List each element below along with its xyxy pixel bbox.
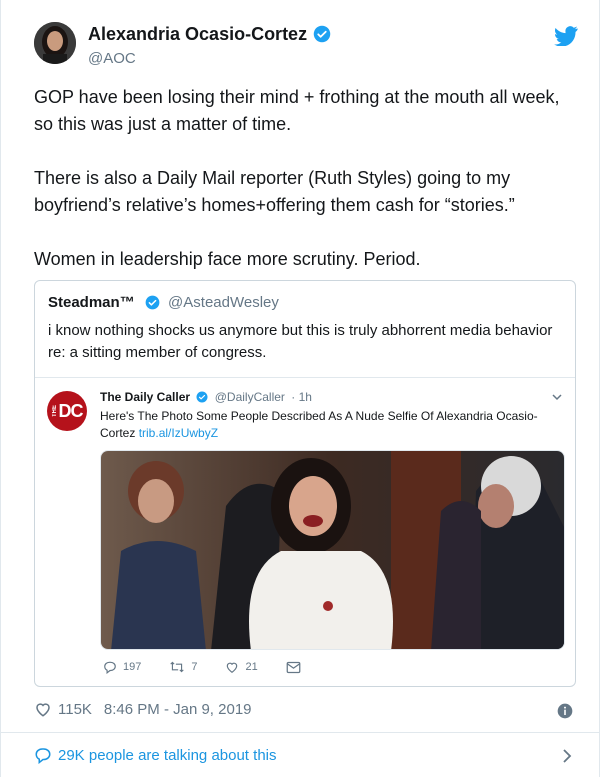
author-name[interactable]: Alexandria Ocasio-Cortez (88, 24, 331, 48)
embedded-link[interactable]: trib.al/IzUwbyZ (139, 426, 218, 440)
embedded-actions: 197 7 21 (103, 660, 335, 674)
tweet-paragraph: There is also a Daily Mail reporter (Rut… (34, 168, 515, 215)
logo-text: DC (58, 400, 84, 421)
author-name-text[interactable]: Alexandria Ocasio-Cortez (88, 24, 307, 44)
like-count: 21 (245, 661, 258, 673)
tweet-paragraph: Women in leadership face more scrutiny. … (34, 249, 421, 269)
retweet-count: 7 (191, 661, 198, 673)
embedded-photo[interactable] (100, 450, 565, 650)
reply-icon (104, 661, 116, 674)
like-button[interactable]: 115K (34, 700, 92, 718)
chat-bubble-icon (35, 748, 51, 764)
like-count: 115K (58, 700, 92, 718)
embedded-time: · 1h (291, 390, 312, 404)
daily-caller-logo[interactable]: THE DC (47, 391, 87, 431)
conversation-link[interactable]: 29K people are talking about this (34, 746, 277, 764)
reply-action[interactable]: 197 (103, 660, 141, 674)
embedded-author[interactable]: The Daily Caller @DailyCaller · 1h (100, 390, 312, 406)
quote-author-name[interactable]: Steadman™ (48, 294, 135, 311)
retweet-action[interactable]: 7 (169, 660, 197, 674)
author-handle[interactable]: @AOC (88, 50, 136, 67)
embedded-text: Here's The Photo Some People Described A… (100, 408, 560, 442)
verified-badge-icon (313, 25, 331, 48)
tweet-text: GOP have been losing their mind + frothi… (34, 84, 564, 300)
avatar[interactable] (34, 22, 76, 64)
twitter-bird-icon[interactable] (554, 26, 578, 51)
embedded-author-name[interactable]: The Daily Caller (100, 390, 190, 404)
heart-icon (227, 662, 238, 673)
retweet-icon (170, 661, 185, 673)
chevron-down-icon[interactable] (551, 390, 563, 408)
heart-icon (36, 703, 50, 717)
embedded-author-handle[interactable]: @DailyCaller (215, 390, 285, 404)
quote-author[interactable]: Steadman™ @AsteadWesley (48, 294, 279, 314)
mail-icon (286, 661, 301, 673)
tweet-paragraph: GOP have been losing their mind + frothi… (34, 87, 560, 134)
quote-text: i know nothing shocks us anymore but thi… (48, 322, 553, 361)
embedded-tweet[interactable]: THE DC The Daily Caller @DailyCaller · 1h… (35, 377, 575, 688)
logo-prefix: THE (51, 405, 58, 417)
tweet-meta: 115K 8:46 PM - Jan 9, 2019 (34, 700, 252, 718)
chevron-right-icon[interactable] (561, 749, 573, 768)
tweet-card: Alexandria Ocasio-Cortez @AOC GOP have b… (0, 0, 600, 777)
like-action[interactable]: 21 (225, 660, 258, 674)
verified-badge-icon (196, 391, 208, 406)
quoted-tweet[interactable]: Steadman™ @AsteadWesley i know nothing s… (34, 280, 576, 687)
timestamp[interactable]: 8:46 PM - Jan 9, 2019 (104, 701, 252, 718)
divider (1, 732, 600, 733)
quote-author-handle[interactable]: @AsteadWesley (168, 294, 279, 311)
info-icon[interactable] (557, 703, 573, 724)
message-action[interactable] (286, 661, 307, 674)
conversation-text[interactable]: 29K people are talking about this (58, 747, 277, 764)
reply-count: 197 (123, 661, 142, 673)
verified-badge-icon (145, 295, 160, 314)
